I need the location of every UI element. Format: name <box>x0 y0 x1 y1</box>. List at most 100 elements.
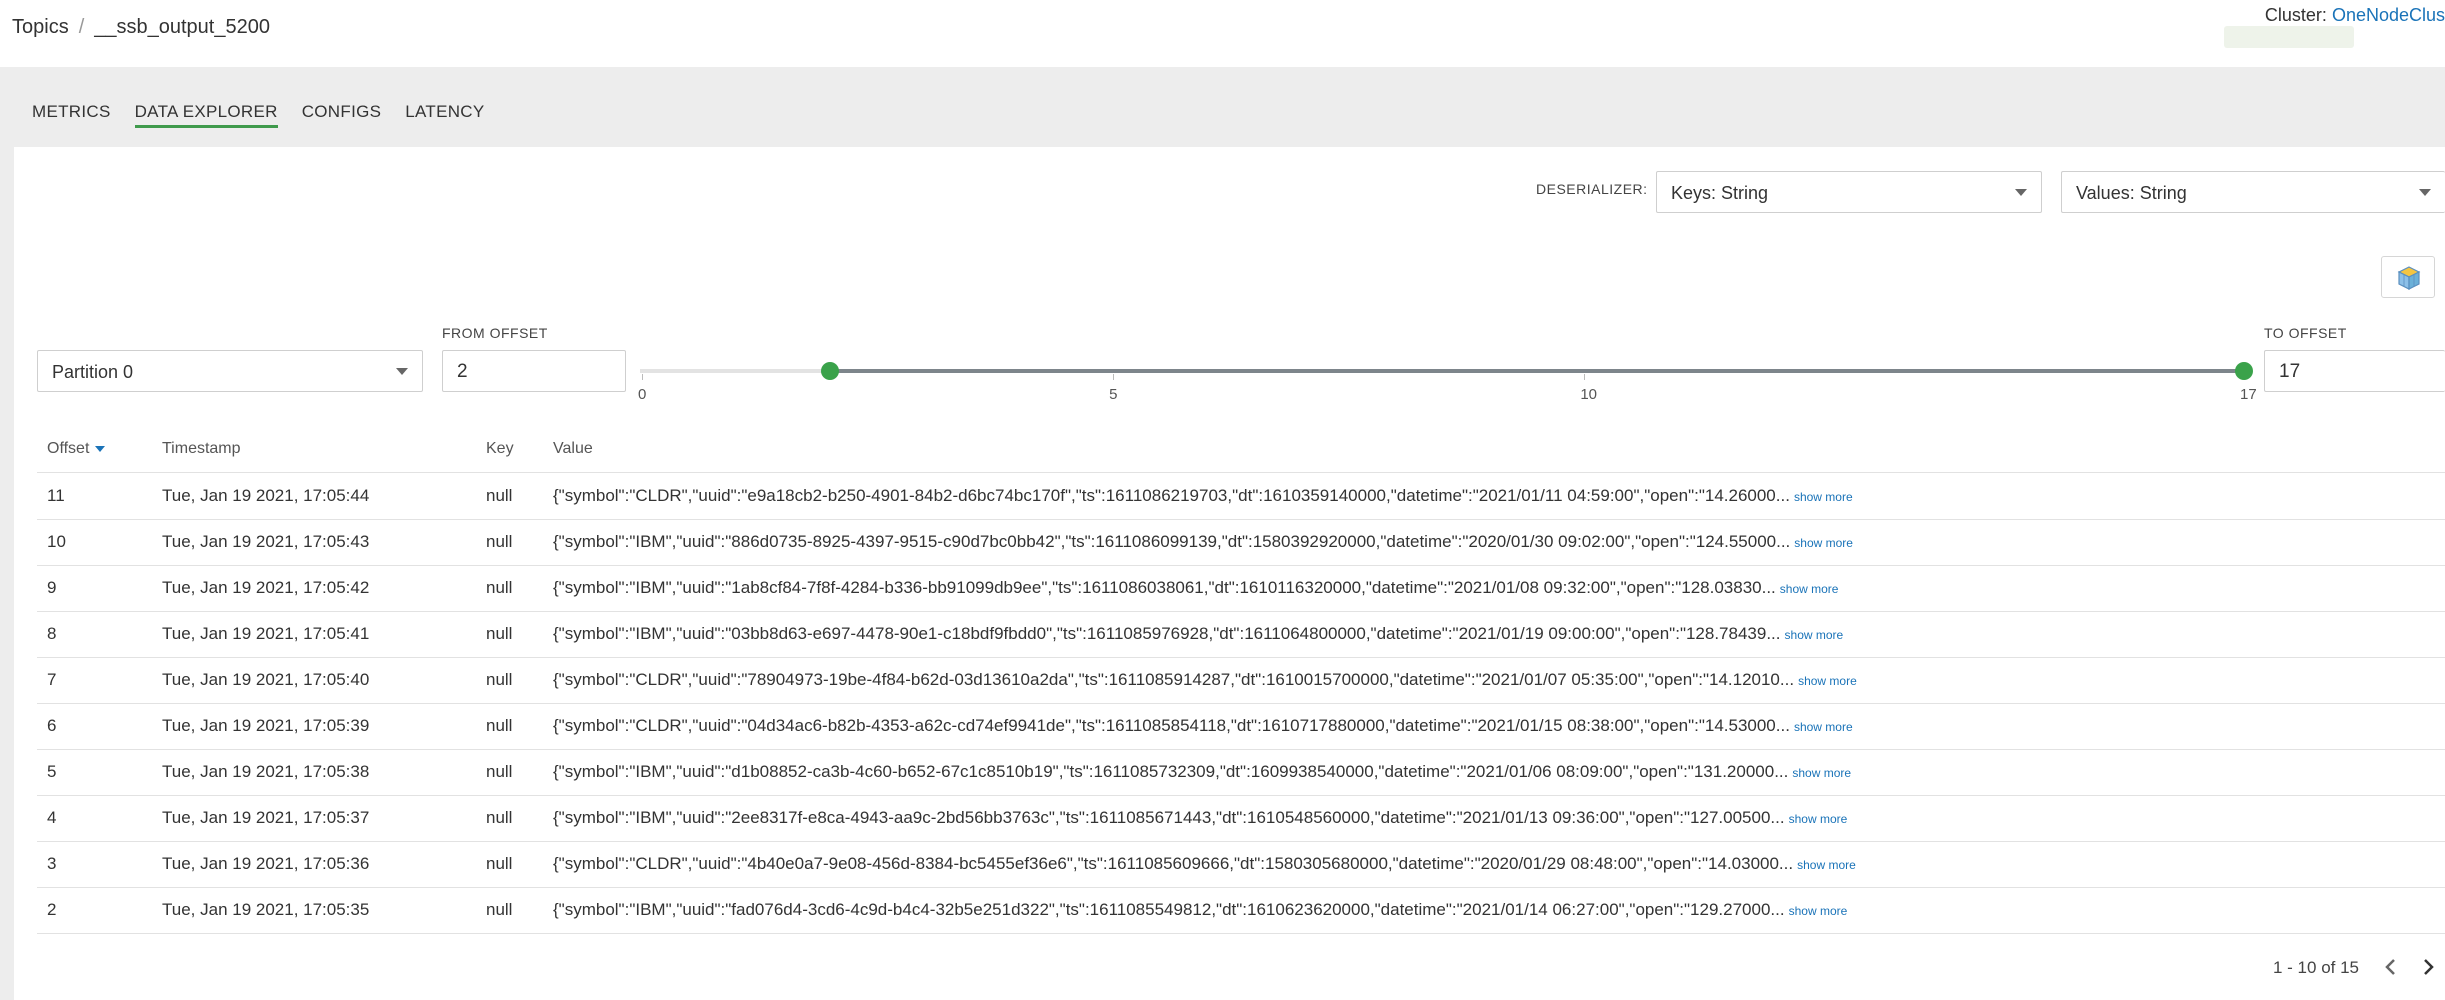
chevron-down-icon <box>2015 189 2027 196</box>
cell-offset: 3 <box>47 854 57 873</box>
cluster-link[interactable]: OneNodeClus <box>2332 5 2445 25</box>
tab-configs[interactable]: CONFIGS <box>302 102 382 128</box>
cell-key: null <box>486 578 513 597</box>
cell-offset: 4 <box>47 808 57 827</box>
to-offset-label: TO OFFSET <box>2264 325 2347 341</box>
avro-schema-button[interactable] <box>2381 256 2435 298</box>
slider-selected-range <box>830 369 2244 373</box>
table-row[interactable]: 4 Tue, Jan 19 2021, 17:05:37 null {"symbol"… <box>37 795 2445 841</box>
cell-value-text: {"symbol":"IBM","uuid":"03bb8d63-e697-44… <box>553 624 1781 643</box>
cell-value: {"symbol":"CLDR","uuid":"04d34ac6-b82b-4… <box>553 703 1853 750</box>
cell-key: null <box>486 854 513 873</box>
cube-icon <box>2397 266 2421 290</box>
table-row[interactable]: 8 Tue, Jan 19 2021, 17:05:41 null {"symbol"… <box>37 611 2445 657</box>
show-more-link[interactable]: show more <box>1797 858 1856 872</box>
cell-key: null <box>486 670 513 689</box>
pagination-next-button[interactable] <box>2416 955 2440 979</box>
partition-value: Partition 0 <box>52 362 134 382</box>
table-row[interactable]: 5 Tue, Jan 19 2021, 17:05:38 null {"symbol"… <box>37 749 2445 795</box>
column-header-offset-label: Offset <box>47 440 90 457</box>
slider-tick <box>1584 374 1586 380</box>
cell-value-text: {"symbol":"CLDR","uuid":"e9a18cb2-b250-4… <box>553 486 1790 505</box>
cell-value-text: {"symbol":"CLDR","uuid":"4b40e0a7-9e08-4… <box>553 854 1794 873</box>
cell-offset: 9 <box>47 578 57 597</box>
show-more-link[interactable]: show more <box>1798 674 1857 688</box>
tab-latency[interactable]: LATENCY <box>405 102 484 128</box>
values-deserializer-value: Values: String <box>2076 183 2187 203</box>
cell-value-text: {"symbol":"IBM","uuid":"d1b08852-ca3b-4c… <box>553 762 1789 781</box>
chevron-right-icon <box>2424 959 2434 975</box>
slider-tick-label: 5 <box>1109 386 1118 403</box>
cell-value-text: {"symbol":"IBM","uuid":"886d0735-8925-43… <box>553 532 1791 551</box>
cluster-label: Cluster: <box>2264 5 2327 25</box>
cell-value-text: {"symbol":"CLDR","uuid":"04d34ac6-b82b-4… <box>553 716 1790 735</box>
cell-offset: 2 <box>47 900 57 919</box>
chevron-down-icon <box>396 368 408 375</box>
cell-timestamp: Tue, Jan 19 2021, 17:05:39 <box>162 716 370 735</box>
sort-desc-icon <box>95 445 106 452</box>
show-more-link[interactable]: show more <box>1780 582 1839 596</box>
cell-timestamp: Tue, Jan 19 2021, 17:05:41 <box>162 624 370 643</box>
cell-value: {"symbol":"CLDR","uuid":"e9a18cb2-b250-4… <box>553 473 1853 520</box>
show-more-link[interactable]: show more <box>1785 628 1844 642</box>
cell-key: null <box>486 716 513 735</box>
cell-key: null <box>486 808 513 827</box>
pagination-prev-button[interactable] <box>2379 955 2403 979</box>
pagination-label: 1 - 10 of 15 <box>2273 958 2360 977</box>
status-badge <box>2224 26 2354 48</box>
table-row[interactable]: 3 Tue, Jan 19 2021, 17:05:36 null {"symbol"… <box>37 841 2445 887</box>
cell-key: null <box>486 486 513 505</box>
cell-offset: 11 <box>47 486 65 505</box>
cell-value: {"symbol":"IBM","uuid":"2ee8317f-e8ca-49… <box>553 795 1847 842</box>
table-row[interactable]: 6 Tue, Jan 19 2021, 17:05:39 null {"symbol"… <box>37 703 2445 749</box>
to-offset-input[interactable]: 17 <box>2264 350 2445 392</box>
cluster-info: Cluster: OneNodeClus <box>2265 5 2445 26</box>
show-more-link[interactable]: show more <box>1794 536 1853 550</box>
slider-tick-label: 17 <box>2240 386 2257 403</box>
cell-key: null <box>486 624 513 643</box>
table-row[interactable]: 7 Tue, Jan 19 2021, 17:05:40 null {"symbol"… <box>37 657 2445 703</box>
chevron-down-icon <box>2419 189 2431 196</box>
cell-value: {"symbol":"IBM","uuid":"03bb8d63-e697-44… <box>553 611 1843 658</box>
show-more-link[interactable]: show more <box>1794 720 1853 734</box>
slider-tick <box>642 374 643 380</box>
keys-deserializer-select[interactable]: Keys: String <box>1656 171 2042 213</box>
column-header-offset[interactable]: Offset <box>47 440 106 458</box>
cell-value-text: {"symbol":"IBM","uuid":"1ab8cf84-7f8f-42… <box>553 578 1776 597</box>
cell-value: {"symbol":"IBM","uuid":"886d0735-8925-43… <box>553 519 1853 566</box>
cell-offset: 6 <box>47 716 57 735</box>
partition-select[interactable]: Partition 0 <box>37 350 423 392</box>
tab-data-explorer[interactable]: DATA EXPLORER <box>134 102 278 128</box>
cell-value-text: {"symbol":"IBM","uuid":"fad076d4-3cd6-4c… <box>553 900 1785 919</box>
cell-offset: 5 <box>47 762 57 781</box>
cell-timestamp: Tue, Jan 19 2021, 17:05:37 <box>162 808 370 827</box>
slider-tick-label: 10 <box>1580 386 1598 403</box>
cell-key: null <box>486 532 513 551</box>
cell-value: {"symbol":"CLDR","uuid":"4b40e0a7-9e08-4… <box>553 841 1856 888</box>
from-offset-label: FROM OFFSET <box>442 325 548 341</box>
cell-offset: 10 <box>47 532 66 551</box>
breadcrumb-topic-name: __ssb_output_5200 <box>94 16 270 38</box>
show-more-link[interactable]: show more <box>1789 812 1848 826</box>
show-more-link[interactable]: show more <box>1792 766 1851 780</box>
breadcrumb-separator: / <box>78 16 85 38</box>
tab-metrics[interactable]: METRICS <box>32 102 111 128</box>
breadcrumb-topics-link[interactable]: Topics <box>12 16 69 38</box>
cell-offset: 7 <box>47 670 57 689</box>
show-more-link[interactable]: show more <box>1794 490 1853 504</box>
table-row[interactable]: 9 Tue, Jan 19 2021, 17:05:42 null {"symbol"… <box>37 565 2445 611</box>
values-deserializer-select[interactable]: Values: String <box>2061 171 2445 213</box>
cell-timestamp: Tue, Jan 19 2021, 17:05:35 <box>162 900 370 919</box>
column-header-timestamp: Timestamp <box>162 440 241 457</box>
cell-timestamp: Tue, Jan 19 2021, 17:05:38 <box>162 762 370 781</box>
table-row[interactable]: 2 Tue, Jan 19 2021, 17:05:35 null {"symbol"… <box>37 887 2445 933</box>
cell-value-text: {"symbol":"IBM","uuid":"2ee8317f-e8ca-49… <box>553 808 1785 827</box>
slider-handle-high[interactable] <box>2235 362 2253 380</box>
top-bar: Topics / __ssb_output_5200 Cluster: OneNod… <box>0 0 2445 67</box>
breadcrumb: Topics / __ssb_output_5200 <box>12 16 270 39</box>
show-more-link[interactable]: show more <box>1789 904 1848 918</box>
table-row[interactable]: 10 Tue, Jan 19 2021, 17:05:43 null {"symbol… <box>37 519 2445 565</box>
column-header-key: Key <box>486 440 514 457</box>
from-offset-input[interactable]: 2 <box>442 350 626 392</box>
table-row[interactable]: 11 Tue, Jan 19 2021, 17:05:44 null {"symbol… <box>37 473 2445 519</box>
